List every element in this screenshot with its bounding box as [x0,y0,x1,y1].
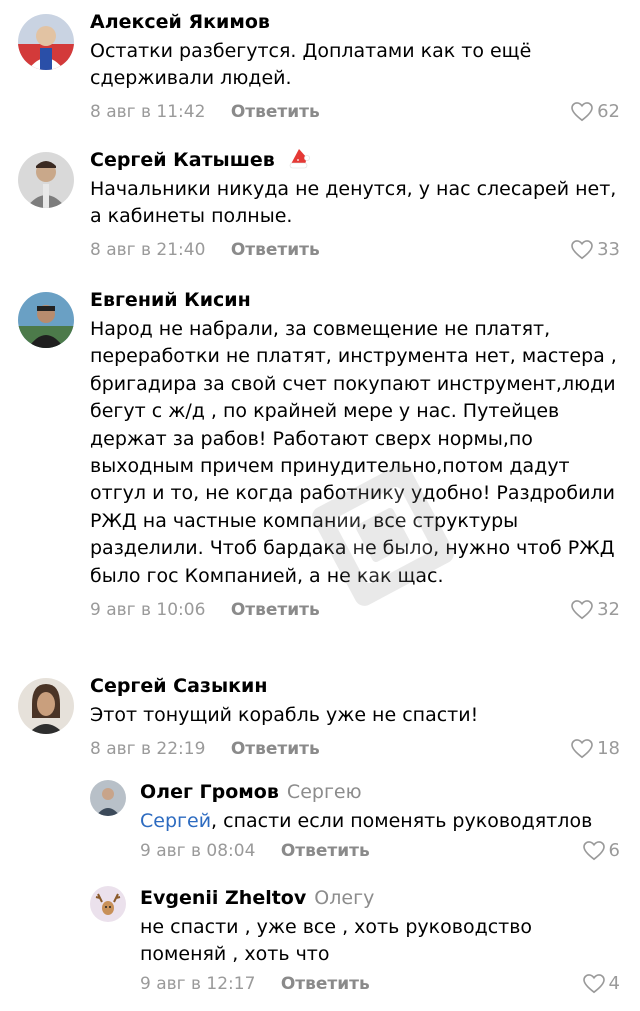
comment-text: Начальники никуда не денутся, у нас слес… [90,178,617,227]
author-line: Сергей Катышев [90,146,620,174]
heart-outline-icon [582,974,605,994]
author-name[interactable]: Evgenii Zheltov [140,887,306,909]
reply-button[interactable]: Ответить [281,841,370,861]
reply-button[interactable]: Ответить [231,739,320,759]
comment-text: Этот тонущий корабль уже не спасти! [90,704,479,726]
comment-item: Алексей Якимов Остатки разбегутся. Допла… [0,0,640,132]
author-name[interactable]: Алексей Якимов [90,11,270,33]
comment-meta: 8 авг в 21:40 Ответить 33 [90,238,620,262]
reply-to-label[interactable]: Сергею [287,781,362,803]
reply-to-label[interactable]: Олегу [314,887,374,909]
reply-item: Evgenii Zheltov Олегу не спасти , уже вс… [0,880,640,1011]
author-line: Evgenii Zheltov Олегу [140,884,620,912]
comment-body: Алексей Якимов Остатки разбегутся. Допла… [90,8,620,124]
comment-item: Евгений Кисин Народ не набрали, за совме… [0,278,640,660]
like-count: 33 [597,239,620,260]
comment-body: Олег Громов Сергею Сергей, спасти если п… [140,778,620,863]
avatar[interactable] [18,152,74,208]
author-name[interactable]: Сергей Катышев [90,149,275,171]
comment-date: 9 авг в 10:06 [90,600,206,621]
reply-button[interactable]: Ответить [231,240,320,260]
like-button[interactable]: 32 [571,598,620,622]
like-count: 62 [597,101,620,122]
heart-outline-icon [571,600,593,620]
reply-button[interactable]: Ответить [281,974,370,994]
like-button[interactable]: 6 [582,839,620,863]
comment-meta: 9 авг в 12:17 Ответить 4 [140,972,620,996]
comment-text: Остатки разбегутся. Доплатами как то ещё… [90,40,532,89]
comment-meta: 9 авг в 08:04 Ответить 6 [140,839,620,863]
like-button[interactable]: 33 [571,238,620,262]
comment-date: 9 авг в 12:17 [140,974,256,994]
heart-outline-icon [571,240,593,260]
comment-body: Сергей Сазыкин Этот тонущий корабль уже … [90,672,620,761]
comment-item: Сергей Катышев Начальники никуда не дену… [0,138,640,274]
mention-link[interactable]: Сергей [140,810,211,832]
comment-body: Evgenii Zheltov Олегу не спасти , уже вс… [140,884,620,996]
like-count: 32 [597,599,620,621]
reply-button[interactable]: Ответить [231,600,320,620]
comment-date: 8 авг в 21:40 [90,240,206,260]
comment-date: 8 авг в 22:19 [90,739,206,759]
author-name[interactable]: Сергей Сазыкин [90,675,268,697]
like-button[interactable]: 62 [571,100,620,124]
heart-outline-icon [571,102,593,122]
author-line: Олег Громов Сергею [140,778,620,806]
avatar[interactable] [18,678,74,734]
comment-text: не спасти , уже все , хоть руководство п… [140,916,533,965]
author-line: Алексей Якимов [90,8,620,36]
reply-button[interactable]: Ответить [231,102,320,122]
like-button[interactable]: 4 [582,972,620,996]
like-count: 4 [608,973,620,994]
author-line: Сергей Сазыкин [90,672,620,700]
avatar[interactable] [90,780,126,816]
comment-text: Сергей, спасти если поменять руководятло… [140,808,620,835]
heart-outline-icon [582,841,605,861]
comment-feed: Алексей Якимов Остатки разбегутся. Допла… [0,0,640,1011]
reply-text: , спасти если поменять руководятлов [211,810,593,832]
author-line: Евгений Кисин [90,286,620,314]
like-button[interactable]: 18 [571,737,620,761]
comment-date: 9 авг в 08:04 [140,841,256,861]
author-name[interactable]: Олег Громов [140,781,279,803]
comment-item: Сергей Сазыкин Этот тонущий корабль уже … [0,664,640,764]
comment-meta: 8 авг в 22:19 Ответить 18 [90,737,620,761]
santa-hat-icon [287,146,311,170]
reply-item: Олег Громов Сергею Сергей, спасти если п… [0,774,640,878]
avatar[interactable] [90,886,126,922]
avatar[interactable] [18,292,74,348]
comment-body: Сергей Катышев Начальники никуда не дену… [90,146,620,262]
author-name[interactable]: Евгений Кисин [90,289,251,311]
heart-outline-icon [571,739,593,759]
avatar[interactable] [18,14,74,70]
like-count: 6 [608,840,620,861]
comment-date: 8 авг в 11:42 [90,102,206,122]
like-count: 18 [597,738,620,759]
comment-meta: 8 авг в 11:42 Ответить 62 [90,100,620,124]
